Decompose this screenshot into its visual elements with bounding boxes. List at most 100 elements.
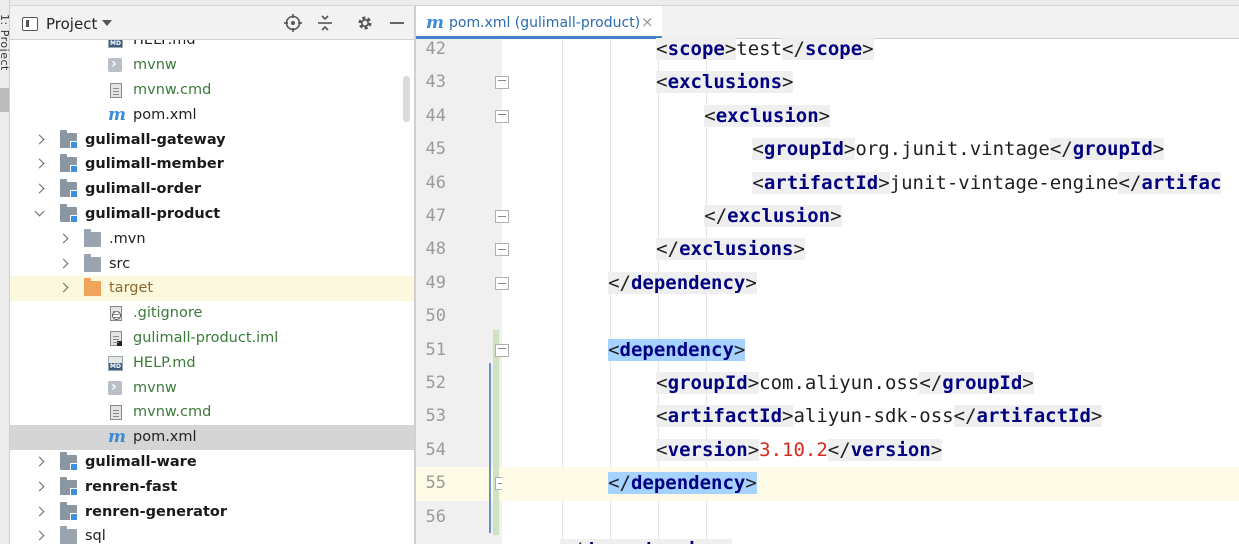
tree-row[interactable]: renren-generator (10, 500, 414, 525)
module-folder-icon (60, 501, 78, 521)
code-line[interactable]: <groupId>org.junit.vintage</groupId> (502, 133, 1239, 166)
tree-item-label: HELP.md (133, 354, 196, 371)
xml-value: 3.10.2 (759, 438, 828, 461)
terminal-script-icon (108, 375, 122, 399)
xml-tag: <dependency> (608, 338, 746, 361)
locate-target-icon[interactable] (284, 14, 302, 32)
code-text: <scope>test</scope> (656, 35, 874, 63)
code-line[interactable]: <dependency> (502, 334, 1239, 367)
tree-row[interactable]: mvnw.cmd (10, 78, 414, 103)
tree-item-label: src (109, 255, 131, 272)
tree-row[interactable]: gulimall-member (10, 152, 414, 177)
chevron-right-icon[interactable] (58, 233, 69, 244)
code-line[interactable]: <artifactId>junit-vintage-engine</artifa… (502, 167, 1239, 200)
code-line[interactable]: </dependency> (502, 267, 1239, 300)
tree-item-label: .mvn (109, 230, 146, 247)
chevron-right-icon[interactable] (34, 158, 45, 169)
code-text: <version>3.10.2</version> (656, 436, 943, 464)
collapse-all-icon[interactable] (316, 14, 334, 32)
chevron-right-icon[interactable] (58, 258, 69, 269)
code-line[interactable]: <exclusions> (502, 66, 1239, 99)
tree-row[interactable]: gulimall-product.iml (10, 326, 414, 351)
tree-item-label: renren-fast (85, 478, 178, 495)
code-line[interactable]: <exclusion> (502, 100, 1239, 133)
xml-tag: <exclusions> (656, 71, 794, 94)
xml-tag: <version> (656, 438, 760, 461)
minimize-icon[interactable] (388, 14, 406, 32)
terminal-script-icon (108, 52, 122, 76)
line-number: 48 (425, 239, 446, 260)
tree-row[interactable]: gulimall-product (10, 202, 414, 227)
code-area[interactable]: <scope>test</scope> <exclusions> <exclusio… (502, 38, 1239, 544)
tree-row[interactable]: m pom.xml (10, 103, 414, 128)
project-tool-window-button[interactable]: 1: Project (0, 14, 9, 71)
tree-row[interactable]: m pom.xml (10, 425, 414, 450)
code-line[interactable]: </dependency> (502, 467, 1239, 501)
code-text: <groupId>com.aliyun.oss</groupId> (656, 369, 1034, 397)
line-number: 53 (425, 406, 446, 427)
xml-tag: <artifactId> (752, 171, 890, 194)
tree-row[interactable]: gulimall-ware (10, 450, 414, 475)
gitignore-file-icon (110, 306, 122, 322)
xml-tag: <scope> (656, 38, 737, 60)
chevron-down-icon[interactable] (102, 20, 112, 26)
project-tree-scrollbar[interactable] (403, 76, 410, 122)
xml-text: org.junit.vintage (855, 138, 1050, 161)
tree-row[interactable]: .gitignore (10, 301, 414, 326)
tree-row[interactable]: HELP.md (10, 40, 414, 53)
code-line[interactable]: </exclusions> (502, 233, 1239, 266)
chevron-right-icon[interactable] (34, 134, 45, 145)
tree-row[interactable]: gulimall-order (10, 177, 414, 202)
gear-icon[interactable] (356, 14, 374, 32)
project-tree[interactable]: HELP.md mvnw mvnw.cmd m pom.xml gulimall-gate… (10, 40, 414, 544)
tree-item-label: gulimall-gateway (85, 131, 226, 148)
tree-row[interactable]: mvnw (10, 52, 414, 78)
code-line[interactable] (502, 501, 1239, 534)
xml-tag: <artifactId> (656, 405, 794, 428)
tree-row[interactable]: HELP.md (10, 351, 414, 376)
tree-item-label: mvnw (133, 57, 177, 74)
vcs-change-marker[interactable] (493, 330, 499, 535)
tool-window-strip-handle (0, 88, 9, 112)
line-number: 51 (425, 339, 446, 360)
code-line[interactable]: </dependencies> (502, 534, 1239, 544)
code-text: <groupId>org.junit.vintage</groupId> (752, 135, 1165, 163)
code-line[interactable]: <version>3.10.2</version> (502, 434, 1239, 467)
tree-row[interactable]: target (10, 276, 414, 302)
tree-row[interactable]: sql (10, 524, 414, 544)
code-line[interactable]: <groupId>com.aliyun.oss</groupId> (502, 367, 1239, 400)
tree-row[interactable]: mvnw (10, 375, 414, 401)
chevron-right-icon[interactable] (34, 530, 45, 541)
module-folder-icon (60, 129, 78, 149)
code-text: </dependencies> (560, 536, 732, 544)
project-view-selector[interactable]: Project (46, 15, 97, 33)
chevron-right-icon[interactable] (34, 183, 45, 194)
xml-text: test (736, 38, 783, 60)
chevron-down-icon[interactable] (34, 206, 45, 217)
folder-icon (84, 228, 101, 247)
xml-text: aliyun-sdk-oss (793, 405, 954, 428)
module-folder-icon (60, 179, 78, 199)
tree-row[interactable]: src (10, 252, 414, 277)
chevron-right-icon[interactable] (34, 456, 45, 467)
line-number: 43 (425, 72, 446, 93)
code-line[interactable]: </exclusion> (502, 200, 1239, 233)
close-icon[interactable]: × (641, 13, 654, 31)
excluded-folder-icon (84, 278, 101, 297)
editor-gutter[interactable]: 42 43 44 45 46 47 48 49 50 51 52 53 54 55 56 (416, 39, 509, 544)
code-line[interactable] (502, 300, 1239, 333)
text-file-icon (110, 83, 122, 98)
tree-row[interactable]: renren-fast (10, 475, 414, 500)
chevron-right-icon[interactable] (34, 481, 45, 492)
tree-row[interactable]: .mvn (10, 227, 414, 252)
chevron-right-icon[interactable] (58, 282, 69, 293)
tree-row[interactable]: gulimall-gateway (10, 128, 414, 153)
xml-tag: </version> (827, 438, 943, 461)
code-line[interactable]: <artifactId>aliyun-sdk-oss</artifactId> (502, 400, 1239, 433)
module-folder-icon (60, 154, 78, 174)
code-line[interactable]: <scope>test</scope> (502, 33, 1239, 66)
chevron-right-icon[interactable] (34, 506, 45, 517)
line-number: 47 (425, 206, 446, 226)
tree-row[interactable]: mvnw.cmd (10, 400, 414, 425)
xml-tag: <exclusion> (704, 104, 831, 127)
